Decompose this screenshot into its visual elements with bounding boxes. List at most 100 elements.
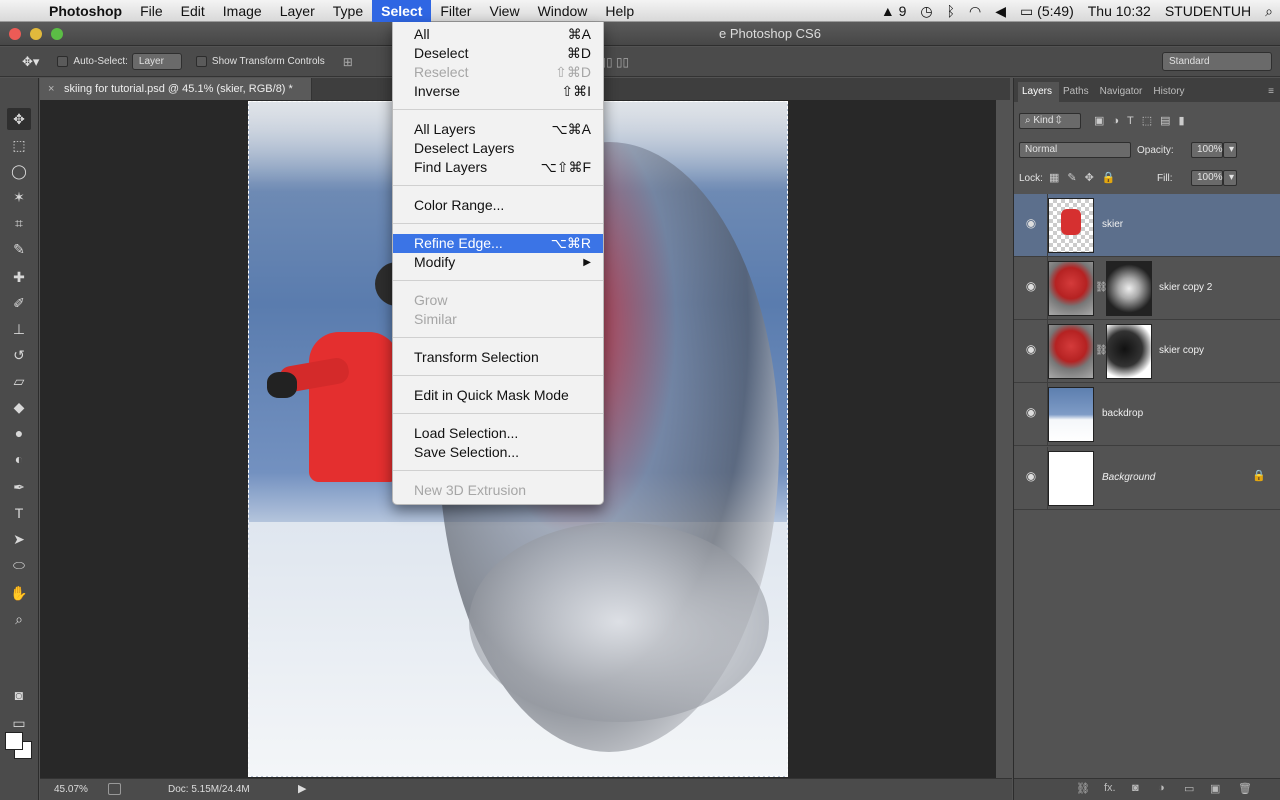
wifi-icon[interactable]: ◠ xyxy=(962,3,988,20)
dodge-tool-icon[interactable]: ◐ xyxy=(7,448,31,470)
tab-navigator[interactable]: Navigator xyxy=(1096,82,1150,102)
status-info-icon[interactable] xyxy=(108,783,121,795)
battery-icon[interactable]: ▭ (5:49) xyxy=(1013,3,1081,20)
tab-layers[interactable]: Layers xyxy=(1018,82,1060,102)
tab-paths[interactable]: Paths xyxy=(1059,82,1096,102)
opacity-dropdown-icon[interactable]: ▾ xyxy=(1223,142,1237,158)
move-tool-icon[interactable]: ✥ xyxy=(7,108,31,130)
ellipse-tool-icon[interactable]: ⬭ xyxy=(7,554,31,576)
align-icons[interactable]: ⊞ xyxy=(343,55,353,69)
document-tab[interactable]: × skiing for tutorial.psd @ 45.1% (skier… xyxy=(40,78,312,100)
visibility-eye-icon[interactable]: ◉ xyxy=(1022,342,1040,356)
menu-item-find-layers[interactable]: Find Layers ⌥⇧⌘F xyxy=(393,158,603,177)
fx-icon[interactable]: fx. xyxy=(1104,782,1116,794)
quick-mask-icon[interactable]: ◙ xyxy=(7,684,31,706)
blend-mode-dropdown[interactable]: Normal xyxy=(1019,142,1131,158)
workspace-dropdown[interactable]: Standard xyxy=(1162,52,1272,71)
panel-menu-icon[interactable]: ≡ xyxy=(1262,86,1280,102)
magic-wand-tool-icon[interactable]: ✶ xyxy=(7,186,31,208)
foreground-color-swatch[interactable] xyxy=(5,732,23,750)
tab-history[interactable]: History xyxy=(1149,82,1191,102)
menu-filter[interactable]: Filter xyxy=(431,0,480,22)
filter-icons[interactable]: ▣◑T⬚▤▮ xyxy=(1094,114,1193,127)
menu-item-deselect[interactable]: Deselect ⌘D xyxy=(393,44,603,63)
brush-tool-icon[interactable]: ✐ xyxy=(7,292,31,314)
menu-item-modify[interactable]: Modify ▶ xyxy=(393,253,603,272)
menu-item-refine-edge[interactable]: Refine Edge... ⌥⌘R xyxy=(393,234,603,253)
zoom-tool-icon[interactable]: ⌕ xyxy=(7,608,31,630)
menu-file[interactable]: File xyxy=(131,0,172,22)
fill-field[interactable]: 100% xyxy=(1191,170,1223,186)
link-layers-icon[interactable]: ⛓ xyxy=(1076,782,1090,795)
close-window-button[interactable] xyxy=(9,28,21,40)
crop-tool-icon[interactable]: ⌗ xyxy=(7,212,31,234)
add-mask-icon[interactable]: ◙ xyxy=(1132,782,1139,794)
visibility-eye-icon[interactable]: ◉ xyxy=(1022,469,1040,483)
menu-view[interactable]: View xyxy=(480,0,528,22)
menu-item-quick-mask[interactable]: Edit in Quick Mask Mode xyxy=(393,386,603,405)
spotlight-search-icon[interactable]: ⌕ xyxy=(1258,3,1280,20)
menu-item-transform-selection[interactable]: Transform Selection xyxy=(393,348,603,367)
menu-item-all[interactable]: All ⌘A xyxy=(393,25,603,44)
eraser-tool-icon[interactable]: ▱ xyxy=(7,370,31,392)
pen-tool-icon[interactable]: ✒ xyxy=(7,476,31,498)
new-group-icon[interactable]: ▭ xyxy=(1184,782,1194,795)
path-selection-tool-icon[interactable]: ➤ xyxy=(7,528,31,550)
layer-mask-thumbnail[interactable] xyxy=(1106,324,1152,379)
menu-item-all-layers[interactable]: All Layers ⌥⌘A xyxy=(393,120,603,139)
menu-app-photoshop[interactable]: Photoshop xyxy=(40,0,131,22)
menu-window[interactable]: Window xyxy=(529,0,597,22)
layer-mask-thumbnail[interactable] xyxy=(1106,261,1152,316)
lasso-tool-icon[interactable]: ◯ xyxy=(7,160,31,182)
time-machine-icon[interactable]: ◷ xyxy=(913,3,939,20)
menu-item-load-selection[interactable]: Load Selection... xyxy=(393,424,603,443)
menu-item-deselect-layers[interactable]: Deselect Layers xyxy=(393,139,603,158)
lock-icons[interactable]: ▦✎✥🔒 xyxy=(1049,171,1124,184)
clone-stamp-tool-icon[interactable]: ⊥ xyxy=(7,318,31,340)
user-name[interactable]: STUDENTUH xyxy=(1158,3,1258,19)
auto-select-dropdown[interactable]: Layer xyxy=(131,53,182,70)
menu-type[interactable]: Type xyxy=(324,0,372,22)
paint-bucket-tool-icon[interactable]: ◆ xyxy=(7,396,31,418)
hand-tool-icon[interactable]: ✋ xyxy=(7,582,31,604)
menu-item-color-range[interactable]: Color Range... xyxy=(393,196,603,215)
type-tool-icon[interactable]: T xyxy=(7,502,31,524)
healing-brush-tool-icon[interactable]: ✚ xyxy=(7,266,31,288)
close-tab-icon[interactable]: × xyxy=(48,78,54,100)
opacity-field[interactable]: 100% xyxy=(1191,142,1223,158)
adobe-status-icon[interactable]: ▲ 9 xyxy=(874,3,914,19)
fill-dropdown-icon[interactable]: ▾ xyxy=(1223,170,1237,186)
menu-help[interactable]: Help xyxy=(596,0,643,22)
marquee-tool-icon[interactable]: ⬚ xyxy=(7,134,31,156)
history-brush-tool-icon[interactable]: ↺ xyxy=(7,344,31,366)
show-transform-checkbox[interactable] xyxy=(195,55,212,67)
bluetooth-icon[interactable]: ᛒ xyxy=(940,3,962,19)
volume-icon[interactable]: ◀ xyxy=(988,3,1013,20)
layer-row-skier[interactable]: ◉ skier xyxy=(1014,194,1280,257)
filter-kind-dropdown[interactable]: ⌕ Kind ⇕ xyxy=(1019,113,1081,129)
menu-edit[interactable]: Edit xyxy=(172,0,214,22)
screen-mode-icon[interactable]: ▭ xyxy=(7,712,31,734)
adjustment-layer-icon[interactable]: ◑ xyxy=(1158,782,1165,794)
blur-tool-icon[interactable]: ● xyxy=(7,422,31,444)
status-menu-arrow-icon[interactable]: ▶ xyxy=(298,782,306,795)
delete-layer-icon[interactable]: 🗑 xyxy=(1238,782,1252,795)
layer-row-background[interactable]: ◉ Background 🔒 xyxy=(1014,447,1280,510)
visibility-eye-icon[interactable]: ◉ xyxy=(1022,216,1040,230)
visibility-eye-icon[interactable]: ◉ xyxy=(1022,405,1040,419)
layer-row-backdrop[interactable]: ◉ backdrop xyxy=(1014,383,1280,446)
visibility-eye-icon[interactable]: ◉ xyxy=(1022,279,1040,293)
clock[interactable]: Thu 10:32 xyxy=(1081,3,1158,19)
zoom-level[interactable]: 45.07% xyxy=(54,784,88,795)
auto-select-checkbox[interactable] xyxy=(57,55,73,67)
layer-row-skier-copy-2[interactable]: ◉ ⛓ skier copy 2 xyxy=(1014,257,1280,320)
menu-layer[interactable]: Layer xyxy=(271,0,324,22)
layer-row-skier-copy[interactable]: ◉ ⛓ skier copy xyxy=(1014,320,1280,383)
new-layer-icon[interactable]: ▣ xyxy=(1210,782,1220,795)
menu-item-inverse[interactable]: Inverse ⇧⌘I xyxy=(393,82,603,101)
menu-image[interactable]: Image xyxy=(214,0,271,22)
move-tool-preset-icon[interactable]: ✥▾ xyxy=(22,54,39,70)
menu-select[interactable]: Select xyxy=(372,0,432,22)
menu-item-save-selection[interactable]: Save Selection... xyxy=(393,443,603,462)
minimize-window-button[interactable] xyxy=(30,28,42,40)
